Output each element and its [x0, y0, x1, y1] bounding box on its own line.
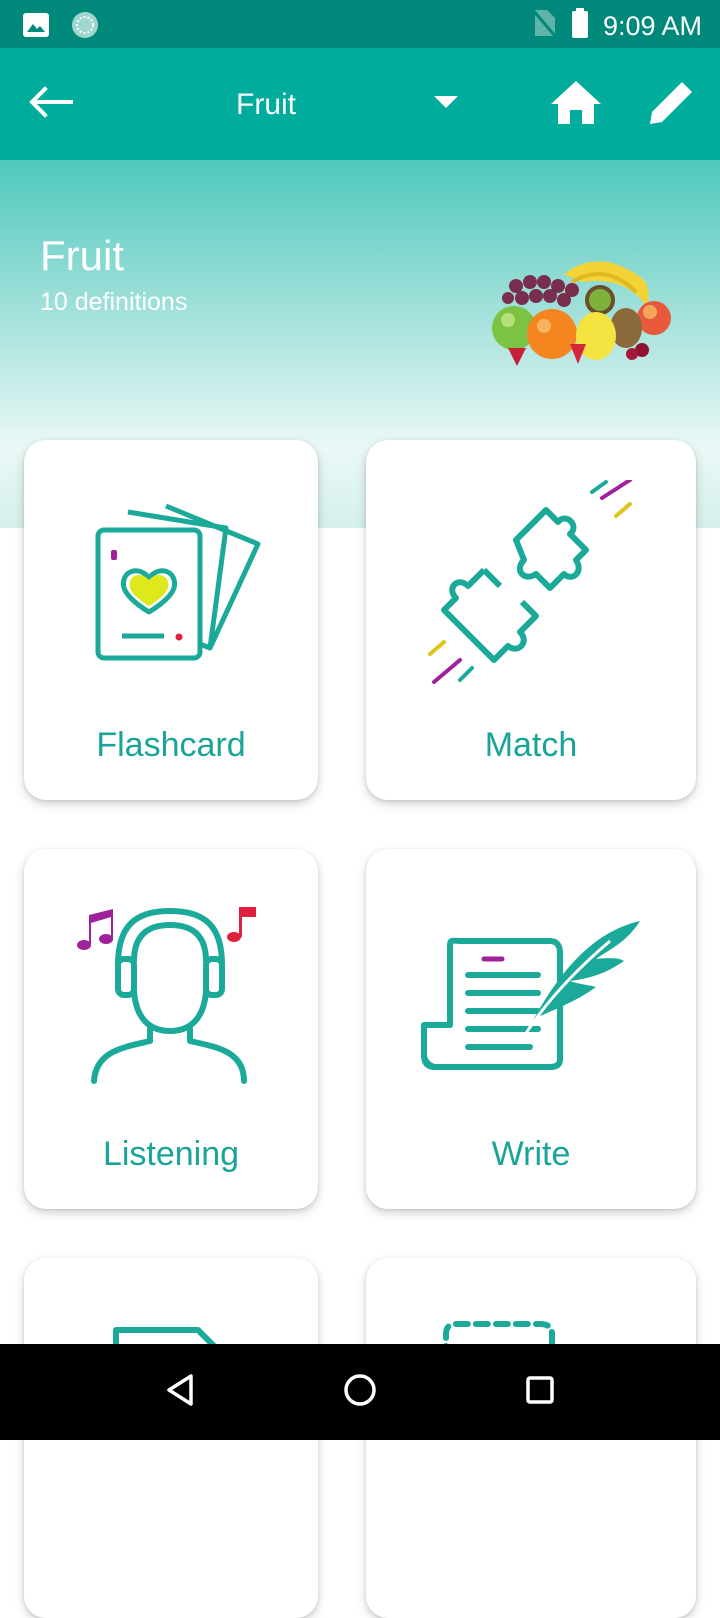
home-circle-icon	[342, 1372, 378, 1413]
flashcard-mode-card[interactable]: Flashcard	[24, 440, 318, 800]
write-mode-card[interactable]: Write	[366, 849, 696, 1209]
status-bar: 9:09 AM	[0, 0, 720, 48]
app-bar-title: Fruit	[236, 88, 296, 121]
home-button[interactable]	[542, 72, 610, 136]
system-back-button[interactable]	[152, 1368, 208, 1416]
edit-button[interactable]	[638, 72, 706, 136]
pencil-icon	[646, 76, 698, 133]
back-button[interactable]	[20, 76, 80, 132]
system-recents-button[interactable]	[512, 1368, 568, 1416]
recents-square-icon	[524, 1374, 556, 1411]
app-bar: Fruit	[0, 48, 720, 160]
deck-selector-dropdown[interactable]: Fruit	[180, 72, 490, 136]
scroll-quill-icon	[420, 919, 644, 1078]
system-nav-bar	[0, 1344, 720, 1440]
caret-down-icon	[432, 94, 460, 115]
home-icon	[549, 78, 603, 131]
deck-title: Fruit	[40, 232, 124, 279]
battery-icon	[571, 8, 589, 43]
status-right-icons: 9:09 AM	[531, 8, 702, 43]
match-mode-card[interactable]: Match	[366, 440, 696, 800]
write-label: Write	[491, 1135, 571, 1173]
listening-label: Listening	[102, 1135, 240, 1173]
listening-mode-card[interactable]: Listening	[24, 849, 318, 1209]
sync-icon	[70, 10, 100, 45]
match-label: Match	[484, 726, 578, 764]
no-sim-icon	[531, 8, 557, 43]
arrow-back-icon	[27, 85, 73, 124]
back-triangle-icon	[165, 1373, 195, 1412]
status-left-icons	[22, 10, 100, 45]
headphones-person-icon	[74, 901, 264, 1090]
flashcard-label: Flashcard	[96, 726, 246, 764]
system-home-button[interactable]	[332, 1368, 388, 1416]
image-icon	[22, 12, 50, 43]
flashcards-icon	[94, 500, 264, 675]
puzzle-match-icon	[426, 478, 646, 695]
status-time: 9:09 AM	[602, 10, 702, 41]
deck-definition-count: 10 definitions	[40, 288, 188, 316]
fruit-basket-image	[486, 252, 682, 372]
